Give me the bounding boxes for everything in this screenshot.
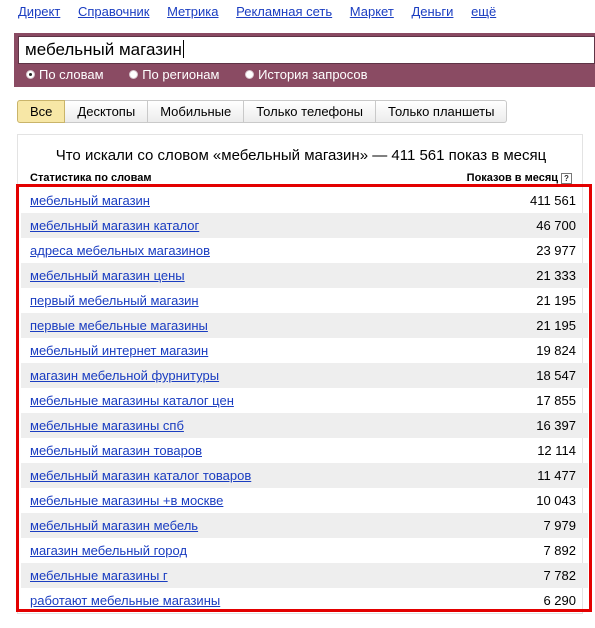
nav-link-spravochnik[interactable]: Справочник <box>78 4 150 19</box>
impressions-count: 21 333 <box>536 268 576 283</box>
nav-link-market[interactable]: Маркет <box>350 4 394 19</box>
radio-selected-icon[interactable] <box>26 70 35 79</box>
table-row: мебельные магазины г 7 782 <box>21 563 588 588</box>
phrase-link[interactable]: магазин мебельный город <box>30 543 187 558</box>
phrase-link[interactable]: первый мебельный магазин <box>30 293 199 308</box>
tab-mobile[interactable]: Мобильные <box>148 100 245 123</box>
impressions-count: 7 892 <box>543 543 576 558</box>
phrase-link[interactable]: мебельный магазин цены <box>30 268 185 283</box>
search-mode-group: По словам По регионам История запросов <box>26 67 390 83</box>
help-icon[interactable]: ? <box>561 172 572 184</box>
table-row: мебельный магазин каталог 46 700 <box>21 213 588 238</box>
impressions-count: 10 043 <box>536 493 576 508</box>
impressions-count: 411 561 <box>529 193 576 208</box>
phrase-link[interactable]: мебельный магазин <box>30 193 150 208</box>
table-row: мебельные магазины каталог цен 17 855 <box>21 388 588 413</box>
impressions-count: 21 195 <box>536 318 576 333</box>
search-input[interactable]: мебельный магазин <box>18 36 595 64</box>
radio-icon[interactable] <box>129 70 139 79</box>
impressions-count: 18 547 <box>536 368 576 383</box>
tab-tablets-only[interactable]: Только планшеты <box>376 100 508 123</box>
mode-by-regions[interactable]: По регионам <box>129 67 219 82</box>
device-tabs: Все Десктопы Мобильные Только телефоны Т… <box>17 100 508 123</box>
nav-link-more[interactable]: ещё <box>471 4 496 19</box>
phrase-link[interactable]: мебельные магазины каталог цен <box>30 393 234 408</box>
text-caret <box>182 40 184 58</box>
column-header-shows-label: Показов в месяц <box>466 172 558 184</box>
table-row: магазин мебельной фурнитуры 18 547 <box>21 363 588 388</box>
phrase-link[interactable]: первые мебельные магазины <box>30 318 208 333</box>
impressions-count: 19 824 <box>536 343 576 358</box>
phrase-link[interactable]: работают мебельные магазины <box>30 593 220 608</box>
table-row: мебельный интернет магазин 19 824 <box>21 338 588 363</box>
tab-desktops[interactable]: Десктопы <box>65 100 149 123</box>
nav-link-metrika[interactable]: Метрика <box>167 4 218 19</box>
impressions-count: 7 979 <box>543 518 576 533</box>
phrase-link[interactable]: мебельные магазины г <box>30 568 168 583</box>
phrase-link[interactable]: мебельный магазин каталог <box>30 218 199 233</box>
results-title: Что искали со словом «мебельный магазин»… <box>55 147 547 164</box>
column-header-words: Статистика по словам <box>30 172 152 184</box>
mode-label: По регионам <box>142 67 220 82</box>
mode-label: История запросов <box>258 67 368 82</box>
table-row: магазин мебельный город 7 892 <box>21 538 588 563</box>
impressions-count: 17 855 <box>536 393 576 408</box>
phrase-link[interactable]: мебельные магазины +в москве <box>30 493 223 508</box>
table-row: мебельные магазины спб 16 397 <box>21 413 588 438</box>
impressions-count: 21 195 <box>536 293 576 308</box>
nav-link-ad-network[interactable]: Рекламная сеть <box>236 4 332 19</box>
impressions-count: 6 290 <box>543 593 576 608</box>
impressions-count: 46 700 <box>536 218 576 233</box>
impressions-count: 23 977 <box>536 243 576 258</box>
table-row: мебельные магазины +в москве 10 043 <box>21 488 588 513</box>
phrase-link[interactable]: мебельный интернет магазин <box>30 343 208 358</box>
table-row: адреса мебельных магазинов 23 977 <box>21 238 588 263</box>
nav-link-direct[interactable]: Директ <box>18 4 60 19</box>
impressions-count: 11 477 <box>537 468 576 483</box>
tab-all[interactable]: Все <box>17 100 66 123</box>
phrase-link[interactable]: адреса мебельных магазинов <box>30 243 210 258</box>
mode-history[interactable]: История запросов <box>245 67 368 82</box>
table-row: мебельный магазин мебель 7 979 <box>21 513 588 538</box>
table-row: работают мебельные магазины 6 290 <box>21 588 588 613</box>
tab-phones-only[interactable]: Только телефоны <box>244 100 377 123</box>
phrase-link[interactable]: мебельный магазин мебель <box>30 518 198 533</box>
table-row: первый мебельный магазин 21 195 <box>21 288 588 313</box>
table-row: мебельный магазин товаров 12 114 <box>21 438 588 463</box>
phrase-link[interactable]: магазин мебельной фурнитуры <box>30 368 219 383</box>
nav-link-dengi[interactable]: Деньги <box>411 4 453 19</box>
table-row: мебельный магазин цены 21 333 <box>21 263 588 288</box>
radio-icon[interactable] <box>245 70 255 79</box>
phrase-link[interactable]: мебельные магазины спб <box>30 418 184 433</box>
impressions-count: 16 397 <box>536 418 576 433</box>
search-input-value: мебельный магазин <box>25 40 182 59</box>
results-table: мебельный магазин 411 561 мебельный магази… <box>21 188 588 613</box>
table-row: мебельный магазин 411 561 <box>21 188 588 213</box>
mode-by-words[interactable]: По словам <box>26 67 104 82</box>
impressions-count: 12 114 <box>537 443 576 458</box>
phrase-link[interactable]: мебельный магазин каталог товаров <box>30 468 251 483</box>
table-row: мебельный магазин каталог товаров 11 477 <box>21 463 588 488</box>
top-navigation: Директ Справочник Метрика Рекламная сеть… <box>18 4 510 22</box>
phrase-link[interactable]: мебельный магазин товаров <box>30 443 202 458</box>
mode-label: По словам <box>39 67 104 82</box>
table-row: первые мебельные магазины 21 195 <box>21 313 588 338</box>
column-header-shows: Показов в месяц ? <box>467 172 572 184</box>
impressions-count: 7 782 <box>543 568 576 583</box>
